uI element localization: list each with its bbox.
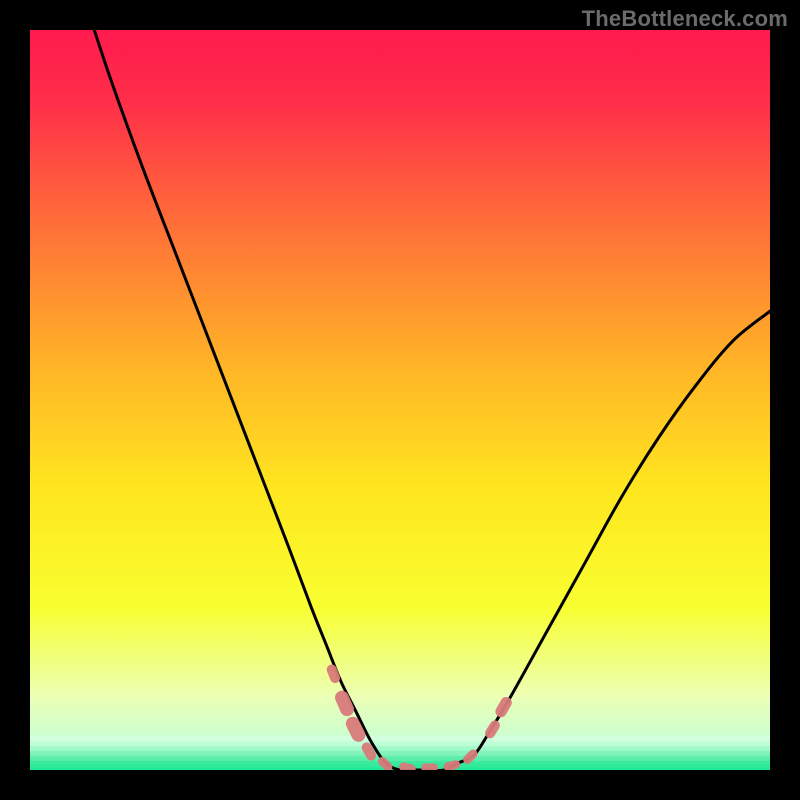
watermark-text: TheBottleneck.com [582,6,788,32]
chart-frame: TheBottleneck.com [0,0,800,800]
floor-bands [30,736,770,767]
bottleneck-chart [30,30,770,770]
gradient-background [30,30,770,770]
plot-area [30,30,770,770]
